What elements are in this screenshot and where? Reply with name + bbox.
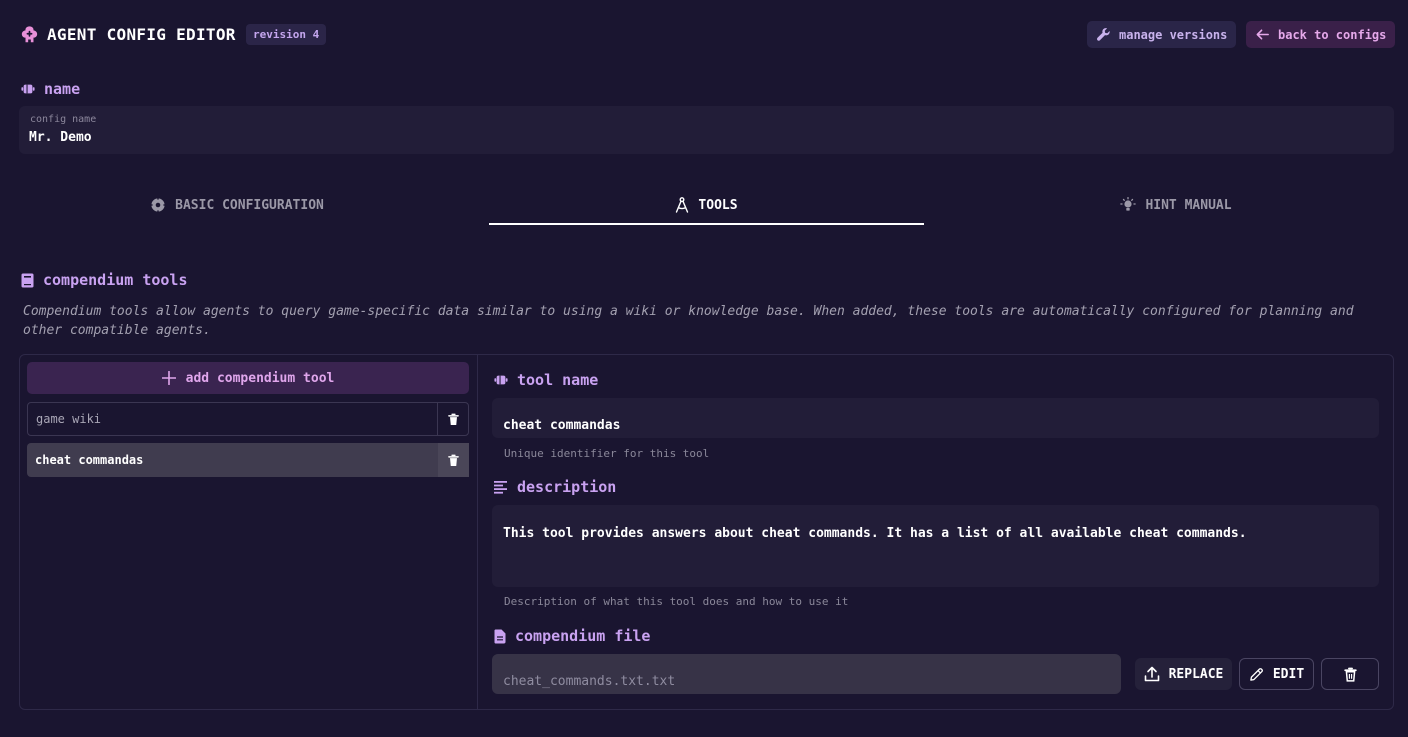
trash-icon — [447, 413, 459, 426]
wrench-icon — [1096, 27, 1111, 42]
tab-tools-indicator — [489, 223, 924, 225]
compendium-file-value: cheat_commands.txt.txt — [503, 674, 676, 689]
manage-versions-button[interactable]: manage versions — [1087, 21, 1237, 48]
tool-name-input[interactable]: cheat commandas — [492, 398, 1379, 438]
add-compendium-tool-label: add compendium tool — [185, 370, 335, 386]
trash-icon — [448, 454, 459, 467]
back-to-configs-label: back to configs — [1278, 27, 1387, 42]
app-logo-icon — [20, 25, 39, 44]
panel-divider — [477, 355, 478, 709]
manage-versions-label: manage versions — [1119, 27, 1228, 42]
replace-label: REPLACE — [1168, 666, 1224, 682]
description-label: description — [517, 478, 617, 496]
name-section-header: name — [21, 80, 80, 98]
tab-tools[interactable]: TOOLS — [489, 190, 924, 220]
config-name-value: Mr. Demo — [29, 130, 92, 145]
compendium-file-field: cheat_commands.txt.txt — [492, 654, 1121, 694]
file-icon — [494, 629, 506, 644]
gear-icon — [150, 197, 167, 213]
arrow-left-icon — [1255, 27, 1270, 42]
tool-list-item-label: game wiki — [36, 412, 102, 426]
compass-icon — [675, 197, 689, 213]
tool-name-hint: Unique identifier for this tool — [504, 447, 710, 460]
tab-basic-configuration-label: BASIC CONFIGURATION — [175, 197, 324, 213]
tool-list-item[interactable]: game wiki — [27, 402, 469, 436]
back-to-configs-button[interactable]: back to configs — [1246, 21, 1396, 48]
description-textarea[interactable]: This tool provides answers about cheat c… — [492, 505, 1379, 587]
tool-name-value: cheat commandas — [503, 418, 621, 433]
pencil-icon — [1249, 667, 1264, 682]
compendium-file-header: compendium file — [494, 627, 650, 645]
compendium-tools-label: compendium tools — [43, 271, 188, 289]
delete-file-button[interactable] — [1321, 658, 1379, 690]
delete-tool-button[interactable] — [438, 443, 469, 477]
description-value: This tool provides answers about cheat c… — [503, 526, 1247, 541]
compendium-description: Compendium tools allow agents to query g… — [23, 304, 1354, 338]
robot-icon — [21, 82, 35, 96]
compendium-tools-header: compendium tools — [21, 271, 188, 289]
edit-file-button[interactable]: EDIT — [1239, 658, 1314, 690]
compendium-file-label: compendium file — [515, 627, 651, 645]
tab-tools-label: TOOLS — [698, 197, 738, 213]
edit-label: EDIT — [1272, 666, 1305, 682]
tab-hint-manual[interactable]: HINT MANUAL — [958, 190, 1394, 220]
tab-hint-manual-label: HINT MANUAL — [1145, 197, 1232, 213]
add-compendium-tool-button[interactable]: add compendium tool — [27, 362, 469, 394]
upload-icon — [1144, 666, 1160, 682]
robot-icon — [494, 373, 508, 387]
replace-file-button[interactable]: REPLACE — [1135, 658, 1232, 690]
delete-tool-button[interactable] — [437, 403, 468, 435]
tool-name-label: tool name — [517, 371, 599, 389]
tool-name-header: tool name — [494, 371, 598, 389]
trash-icon — [1343, 667, 1357, 682]
name-section-label: name — [44, 80, 81, 98]
bulb-icon — [1120, 197, 1137, 213]
config-name-caption: config name — [30, 114, 97, 125]
align-left-icon — [494, 480, 508, 494]
config-name-field[interactable]: config name Mr. Demo — [19, 106, 1394, 154]
revision-badge: revision 4 — [246, 24, 327, 45]
app-title: AGENT CONFIG EDITOR — [47, 25, 236, 44]
tab-basic-configuration[interactable]: BASIC CONFIGURATION — [19, 190, 455, 220]
book-icon — [21, 273, 34, 288]
plus-icon — [161, 371, 176, 385]
tool-list-item[interactable]: cheat commandas — [27, 443, 469, 477]
description-header: description — [494, 478, 616, 496]
description-hint: Description of what this tool does and h… — [504, 595, 849, 608]
tool-list-item-label: cheat commandas — [35, 453, 144, 467]
